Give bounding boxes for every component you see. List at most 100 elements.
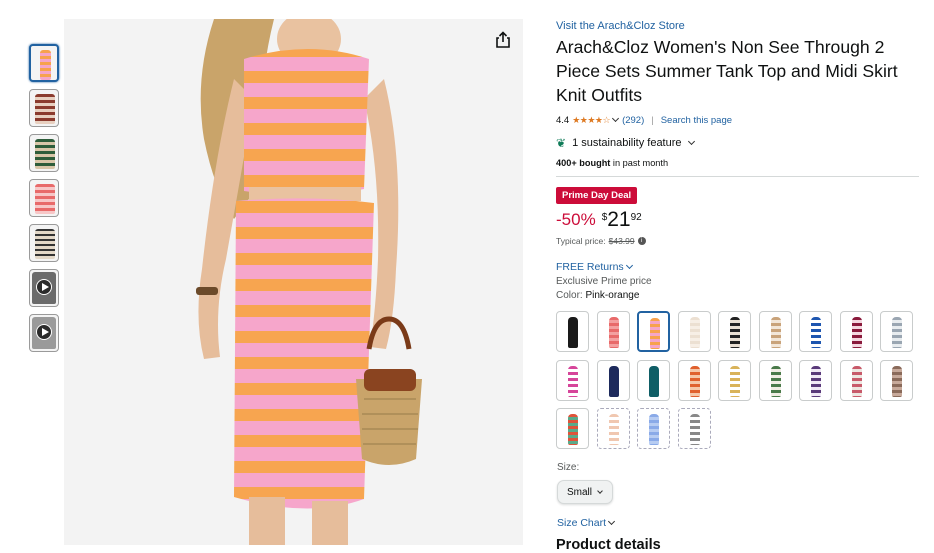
chevron-down-icon[interactable] xyxy=(612,114,620,123)
bought-count: 400+ bought in past month xyxy=(556,158,920,170)
color-label: Color: xyxy=(556,290,583,301)
color-swatch[interactable] xyxy=(556,311,589,352)
color-swatch[interactable] xyxy=(799,359,832,401)
thumbnail-preview xyxy=(40,50,51,80)
swatch-preview xyxy=(649,414,659,445)
product-details-heading: Product details xyxy=(556,537,661,553)
search-page-link[interactable]: Search this page xyxy=(661,115,732,126)
exclusive-prime-price: Exclusive Prime price xyxy=(556,276,652,287)
play-icon xyxy=(36,324,52,340)
swatch-preview xyxy=(730,317,740,348)
color-swatch[interactable] xyxy=(556,408,589,449)
color-swatch[interactable] xyxy=(637,311,670,352)
color-swatch[interactable] xyxy=(718,359,751,401)
color-swatch[interactable] xyxy=(758,311,792,352)
divider xyxy=(556,176,919,177)
swatch-preview xyxy=(608,414,619,445)
thumbnail-video[interactable] xyxy=(29,269,59,307)
swatch-preview xyxy=(568,317,578,348)
typical-price: Typical price: $43.99 i xyxy=(556,235,920,247)
color-swatch[interactable] xyxy=(839,359,873,401)
color-swatch[interactable] xyxy=(718,311,751,352)
thumbnail-image[interactable] xyxy=(29,44,59,82)
free-returns-label: FREE Returns xyxy=(556,261,624,273)
color-swatch[interactable] xyxy=(880,311,913,352)
swatch-preview xyxy=(568,365,578,397)
price-whole: 21 xyxy=(607,208,631,231)
color-swatch[interactable] xyxy=(799,311,832,352)
swatch-preview xyxy=(770,365,781,397)
swatch-preview xyxy=(689,365,700,397)
sustainability-label: 1 sustainability feature xyxy=(572,137,682,149)
free-returns-link[interactable]: FREE Returns xyxy=(556,260,920,274)
color-selection-label: Color: Pink-orange xyxy=(556,290,920,304)
model-illustration xyxy=(196,19,422,545)
swatch-preview xyxy=(851,317,862,348)
rating-row: 4.4 ★★★★☆ (292) | Search this page xyxy=(556,113,920,127)
color-swatch[interactable] xyxy=(596,408,630,449)
thumbnail-image[interactable] xyxy=(29,89,59,127)
discount-percent: -50% xyxy=(556,210,596,229)
product-info: Visit the Arach&Cloz Store Arach&Cloz Wo… xyxy=(556,20,920,304)
product-title: Arach&Cloz Women's Non See Through 2 Pie… xyxy=(556,37,898,105)
store-link[interactable]: Visit the Arach&Cloz Store xyxy=(556,20,920,34)
swatch-preview xyxy=(689,317,700,348)
star-rating-icon[interactable]: ★★★★☆ xyxy=(572,115,610,126)
size-chart-link[interactable]: Size Chart xyxy=(557,517,618,529)
thumbnail-image[interactable] xyxy=(29,179,59,217)
swatch-preview xyxy=(770,317,781,348)
size-value: Small xyxy=(567,486,593,498)
chevron-down-icon xyxy=(687,137,695,146)
swatch-preview xyxy=(851,365,862,397)
swatch-preview xyxy=(608,317,619,348)
swatch-preview xyxy=(689,414,700,445)
price-fraction: 92 xyxy=(630,212,642,223)
size-label: Size: xyxy=(557,462,580,473)
price-row: -50% $ 21 92 xyxy=(556,209,920,233)
color-swatch[interactable] xyxy=(758,359,792,401)
rating-count-link[interactable]: (292) xyxy=(622,115,644,126)
leaf-icon: ❦ xyxy=(556,136,567,150)
swatch-preview xyxy=(811,365,821,397)
play-icon xyxy=(36,279,52,295)
sustainability-feature[interactable]: ❦ 1 sustainability feature xyxy=(556,135,920,151)
swatch-preview xyxy=(650,318,660,349)
thumbnail-preview xyxy=(35,94,55,124)
chevron-down-icon xyxy=(597,487,603,494)
thumbnail-preview xyxy=(35,139,55,169)
color-swatch[interactable] xyxy=(880,359,913,401)
color-swatch[interactable] xyxy=(637,359,670,401)
size-dropdown[interactable]: Small xyxy=(557,480,613,504)
color-swatch[interactable] xyxy=(637,408,670,449)
info-icon[interactable]: i xyxy=(637,237,646,245)
chevron-down-icon xyxy=(625,261,633,270)
swatch-preview xyxy=(608,365,619,397)
swatch-preview xyxy=(892,365,902,397)
color-swatch[interactable] xyxy=(677,408,711,449)
swatch-preview xyxy=(730,365,740,397)
swatch-preview xyxy=(649,365,659,397)
thumbnail-preview xyxy=(35,229,55,259)
thumbnail-preview xyxy=(35,184,55,214)
color-swatch[interactable] xyxy=(677,311,711,352)
divider: | xyxy=(651,114,654,126)
thumbnail-image[interactable] xyxy=(29,134,59,172)
color-swatch[interactable] xyxy=(556,359,589,401)
deal-badge: Prime Day Deal xyxy=(556,187,638,204)
bought-count-text: in past month xyxy=(610,158,669,168)
color-swatch[interactable] xyxy=(596,311,630,352)
color-swatch[interactable] xyxy=(677,359,711,401)
swatch-preview xyxy=(811,317,821,348)
rating-value: 4.4 xyxy=(556,114,570,126)
swatch-preview xyxy=(892,317,902,348)
color-swatch[interactable] xyxy=(839,311,873,352)
share-icon[interactable] xyxy=(494,31,512,49)
thumbnail-video[interactable] xyxy=(29,314,59,352)
bought-count-bold: 400+ bought xyxy=(556,158,611,168)
color-swatch[interactable] xyxy=(596,359,630,401)
chevron-down-icon xyxy=(607,517,616,526)
thumbnail-image[interactable] xyxy=(29,224,59,262)
swatch-preview xyxy=(568,414,578,445)
typical-price-label: Typical price: xyxy=(556,236,606,246)
main-product-image[interactable] xyxy=(64,19,523,545)
